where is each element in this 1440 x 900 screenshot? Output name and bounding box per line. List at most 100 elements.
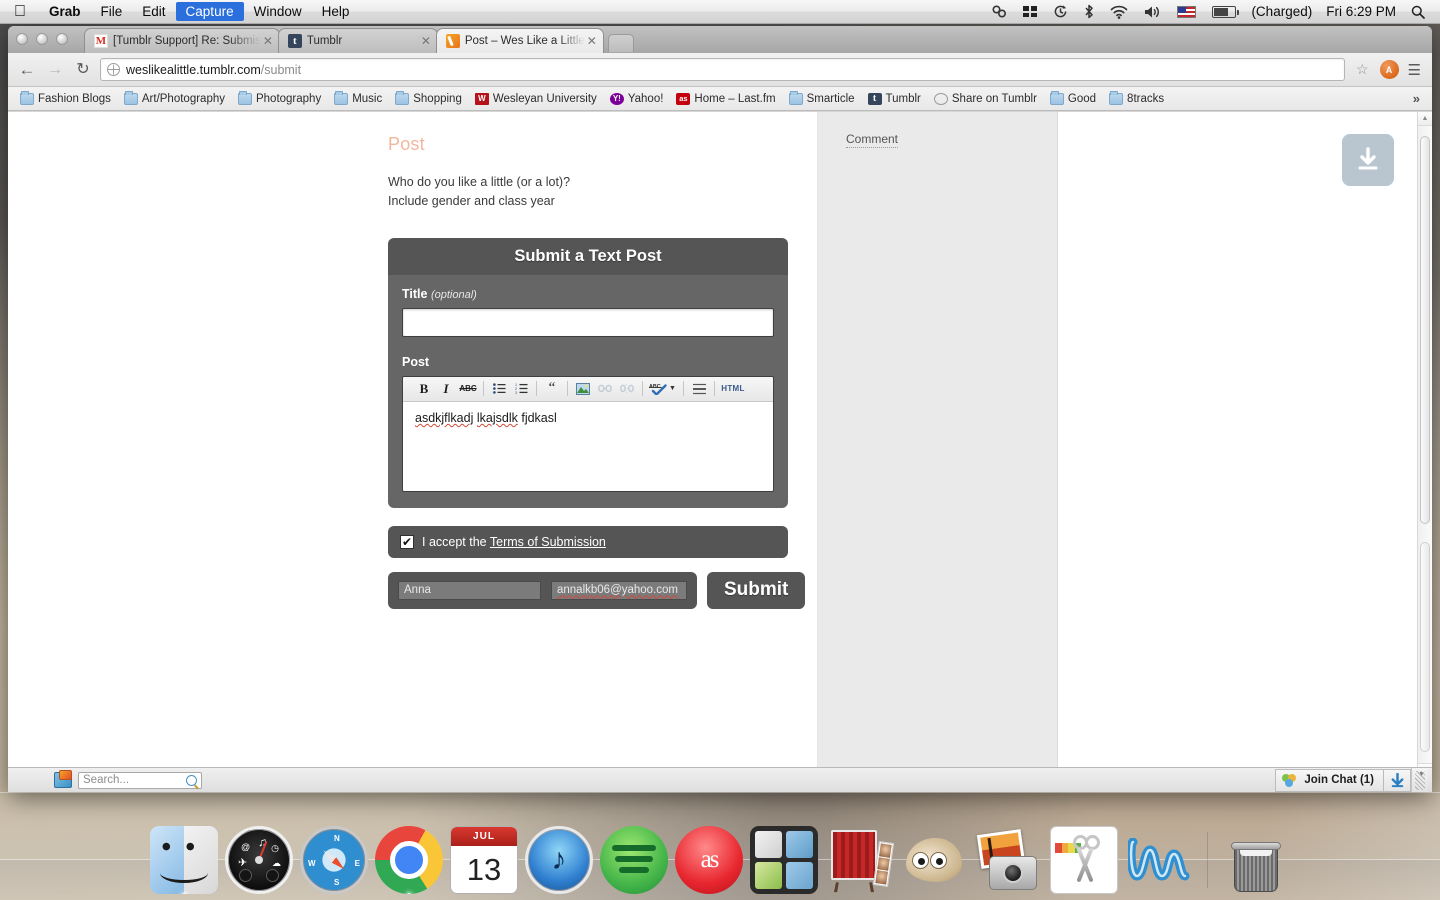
strikethrough-icon[interactable]: ABC [457, 378, 479, 399]
italic-icon[interactable]: I [435, 378, 457, 399]
bookmark-home-lastfm[interactable]: as Home – Last.fm [670, 91, 781, 107]
dock-item-chrome[interactable] [375, 826, 443, 894]
editor-text-area[interactable]: asdkjflkadj lkajsdlk fjdkasl [403, 401, 773, 491]
title-input[interactable] [402, 307, 774, 337]
chat-collapse-button[interactable] [1383, 768, 1411, 792]
avatar[interactable]: A [1379, 60, 1399, 79]
music-note-icon: ♪ [551, 843, 567, 876]
email-input[interactable]: annalkb06@yahoo.com [551, 580, 687, 600]
bluetooth-icon[interactable] [1077, 4, 1101, 19]
unordered-list-icon[interactable] [488, 378, 510, 399]
new-tab-button[interactable] [607, 34, 634, 52]
dock-item-mission-control[interactable] [750, 826, 818, 894]
spotlight-search-icon[interactable] [1404, 5, 1432, 19]
forward-arrow-icon[interactable]: → [44, 61, 66, 78]
dock-item-itunes[interactable]: ♪ [525, 826, 593, 894]
wifi-icon[interactable] [1103, 5, 1135, 19]
spellcheck-icon[interactable]: ABC [647, 378, 669, 399]
browser-tab-wes-like-a-little[interactable]: Post – Wes Like a Little ✕ [435, 28, 604, 53]
chain-link-icon[interactable] [985, 5, 1014, 18]
window-controls[interactable] [16, 33, 68, 45]
spellcheck-dropdown-icon[interactable]: ▼ [669, 385, 679, 392]
menu-item-help[interactable]: Help [312, 2, 360, 21]
reload-icon[interactable]: ↻ [72, 61, 94, 78]
terms-of-submission-link[interactable]: Terms of Submission [490, 535, 606, 549]
minimize-window-button[interactable] [36, 33, 48, 45]
scrollbar-thumb[interactable] [1420, 136, 1430, 524]
maximize-window-button[interactable] [56, 33, 68, 45]
dock-item-calendar[interactable]: JUL 13 [450, 826, 518, 894]
ordered-list-icon[interactable]: 1 2 3 [510, 378, 532, 399]
time-machine-icon[interactable] [1046, 4, 1075, 19]
menu-item-window[interactable]: Window [244, 2, 312, 21]
tumblr-app-icon[interactable] [54, 770, 72, 788]
scroll-up-arrow-icon[interactable]: ▲ [1418, 112, 1432, 126]
bookmark-tumblr[interactable]: t Tumblr [862, 91, 927, 107]
dock-item-finder[interactable] [150, 826, 218, 894]
close-tab-icon[interactable]: ✕ [419, 34, 433, 48]
menu-item-capture[interactable]: Capture [175, 2, 244, 21]
scroll-down-arrow-icon[interactable]: ▼ [1418, 771, 1425, 778]
scrollbar-thumb-secondary[interactable] [1420, 542, 1430, 752]
insert-link-icon[interactable] [594, 378, 616, 399]
bookmark-8tracks[interactable]: 8tracks [1103, 91, 1170, 107]
dropbox-icon[interactable] [1016, 5, 1044, 18]
menu-bar-clock[interactable]: Fri 6:29 PM [1320, 4, 1402, 19]
bookmark-music[interactable]: Music [328, 91, 388, 107]
comment-label[interactable]: Comment [846, 132, 899, 148]
unlink-icon[interactable] [616, 378, 638, 399]
name-input[interactable]: Anna [398, 580, 541, 600]
dock-item-photo-booth[interactable] [825, 826, 894, 894]
bookmark-fashion-blogs[interactable]: Fashion Blogs [14, 91, 117, 107]
submit-button[interactable]: Submit [707, 571, 806, 609]
dock-item-lastfm[interactable]: as [675, 826, 743, 894]
close-window-button[interactable] [16, 33, 28, 45]
browser-tab-tumblr[interactable]: Tumblr ✕ [277, 28, 438, 53]
bookmark-smarticle[interactable]: Smarticle [783, 91, 861, 107]
bookmark-good[interactable]: Good [1044, 91, 1102, 107]
bookmarks-overflow-icon[interactable]: » [1407, 91, 1426, 106]
window-resize-grip[interactable]: ▼ [1411, 767, 1428, 792]
blockquote-icon[interactable]: “ [541, 378, 563, 399]
search-input[interactable]: Search... [78, 771, 202, 789]
terms-acceptance-row[interactable]: ✔ I accept the Terms of Submission [388, 525, 788, 558]
bookmark-shopping[interactable]: Shopping [389, 91, 468, 107]
dock-item-trash[interactable] [1222, 826, 1290, 894]
page-vertical-scrollbar[interactable]: ▲ ▼ [1417, 112, 1432, 777]
bold-icon[interactable]: B [413, 378, 435, 399]
volume-icon[interactable] [1137, 5, 1168, 19]
bookmark-star-icon[interactable]: ☆ [1351, 61, 1374, 78]
back-arrow-icon[interactable]: ← [16, 61, 38, 78]
html-source-button[interactable]: HTML [719, 378, 747, 399]
bookmark-wesleyan-university[interactable]: W Wesleyan University [469, 91, 603, 107]
dock-item-dashboard[interactable]: @ ♫ ◷ ✈ ☁ [225, 826, 293, 894]
accept-terms-checkbox[interactable]: ✔ [400, 534, 414, 549]
browser-tab-gmail[interactable]: [Tumblr Support] Re: Submis ✕ [84, 28, 280, 53]
omnibox-path: /submit [260, 62, 302, 77]
bookmark-photography[interactable]: Photography [232, 91, 327, 107]
menu-item-grab[interactable]: Grab [39, 2, 91, 21]
close-tab-icon[interactable]: ✕ [585, 34, 599, 48]
search-placeholder: Search... [83, 774, 130, 786]
bookmark-share-on-tumblr[interactable]: Share on Tumblr [928, 91, 1043, 107]
dock-item-wesleyan[interactable] [1125, 826, 1193, 894]
insert-image-icon[interactable] [572, 378, 594, 399]
join-chat-button[interactable]: Join Chat (1) [1275, 768, 1383, 792]
bookmark-art-photography[interactable]: Art/Photography [118, 91, 231, 107]
address-bar[interactable]: weslikealittle.tumblr.com/submit [100, 58, 1345, 81]
apple-icon[interactable]:  [0, 3, 39, 20]
bookmark-yahoo[interactable]: Y! Yahoo! [604, 91, 670, 107]
dock-item-iphoto[interactable] [975, 826, 1043, 894]
menu-item-file[interactable]: File [91, 2, 133, 21]
dock-item-gimp[interactable] [900, 826, 968, 894]
us-flag-icon[interactable] [1170, 5, 1203, 18]
menu-item-edit[interactable]: Edit [132, 2, 175, 21]
close-tab-icon[interactable]: ✕ [261, 34, 275, 48]
horizontal-rule-icon[interactable] [688, 378, 710, 399]
dock-item-spotify[interactable] [600, 826, 668, 894]
wrench-menu-icon[interactable]: ☰ [1405, 61, 1424, 79]
dock-item-safari[interactable]: N E S W [300, 826, 368, 894]
download-widget-button[interactable] [1342, 134, 1394, 186]
battery-icon[interactable] [1205, 5, 1243, 18]
dock-item-grab[interactable] [1050, 826, 1118, 894]
